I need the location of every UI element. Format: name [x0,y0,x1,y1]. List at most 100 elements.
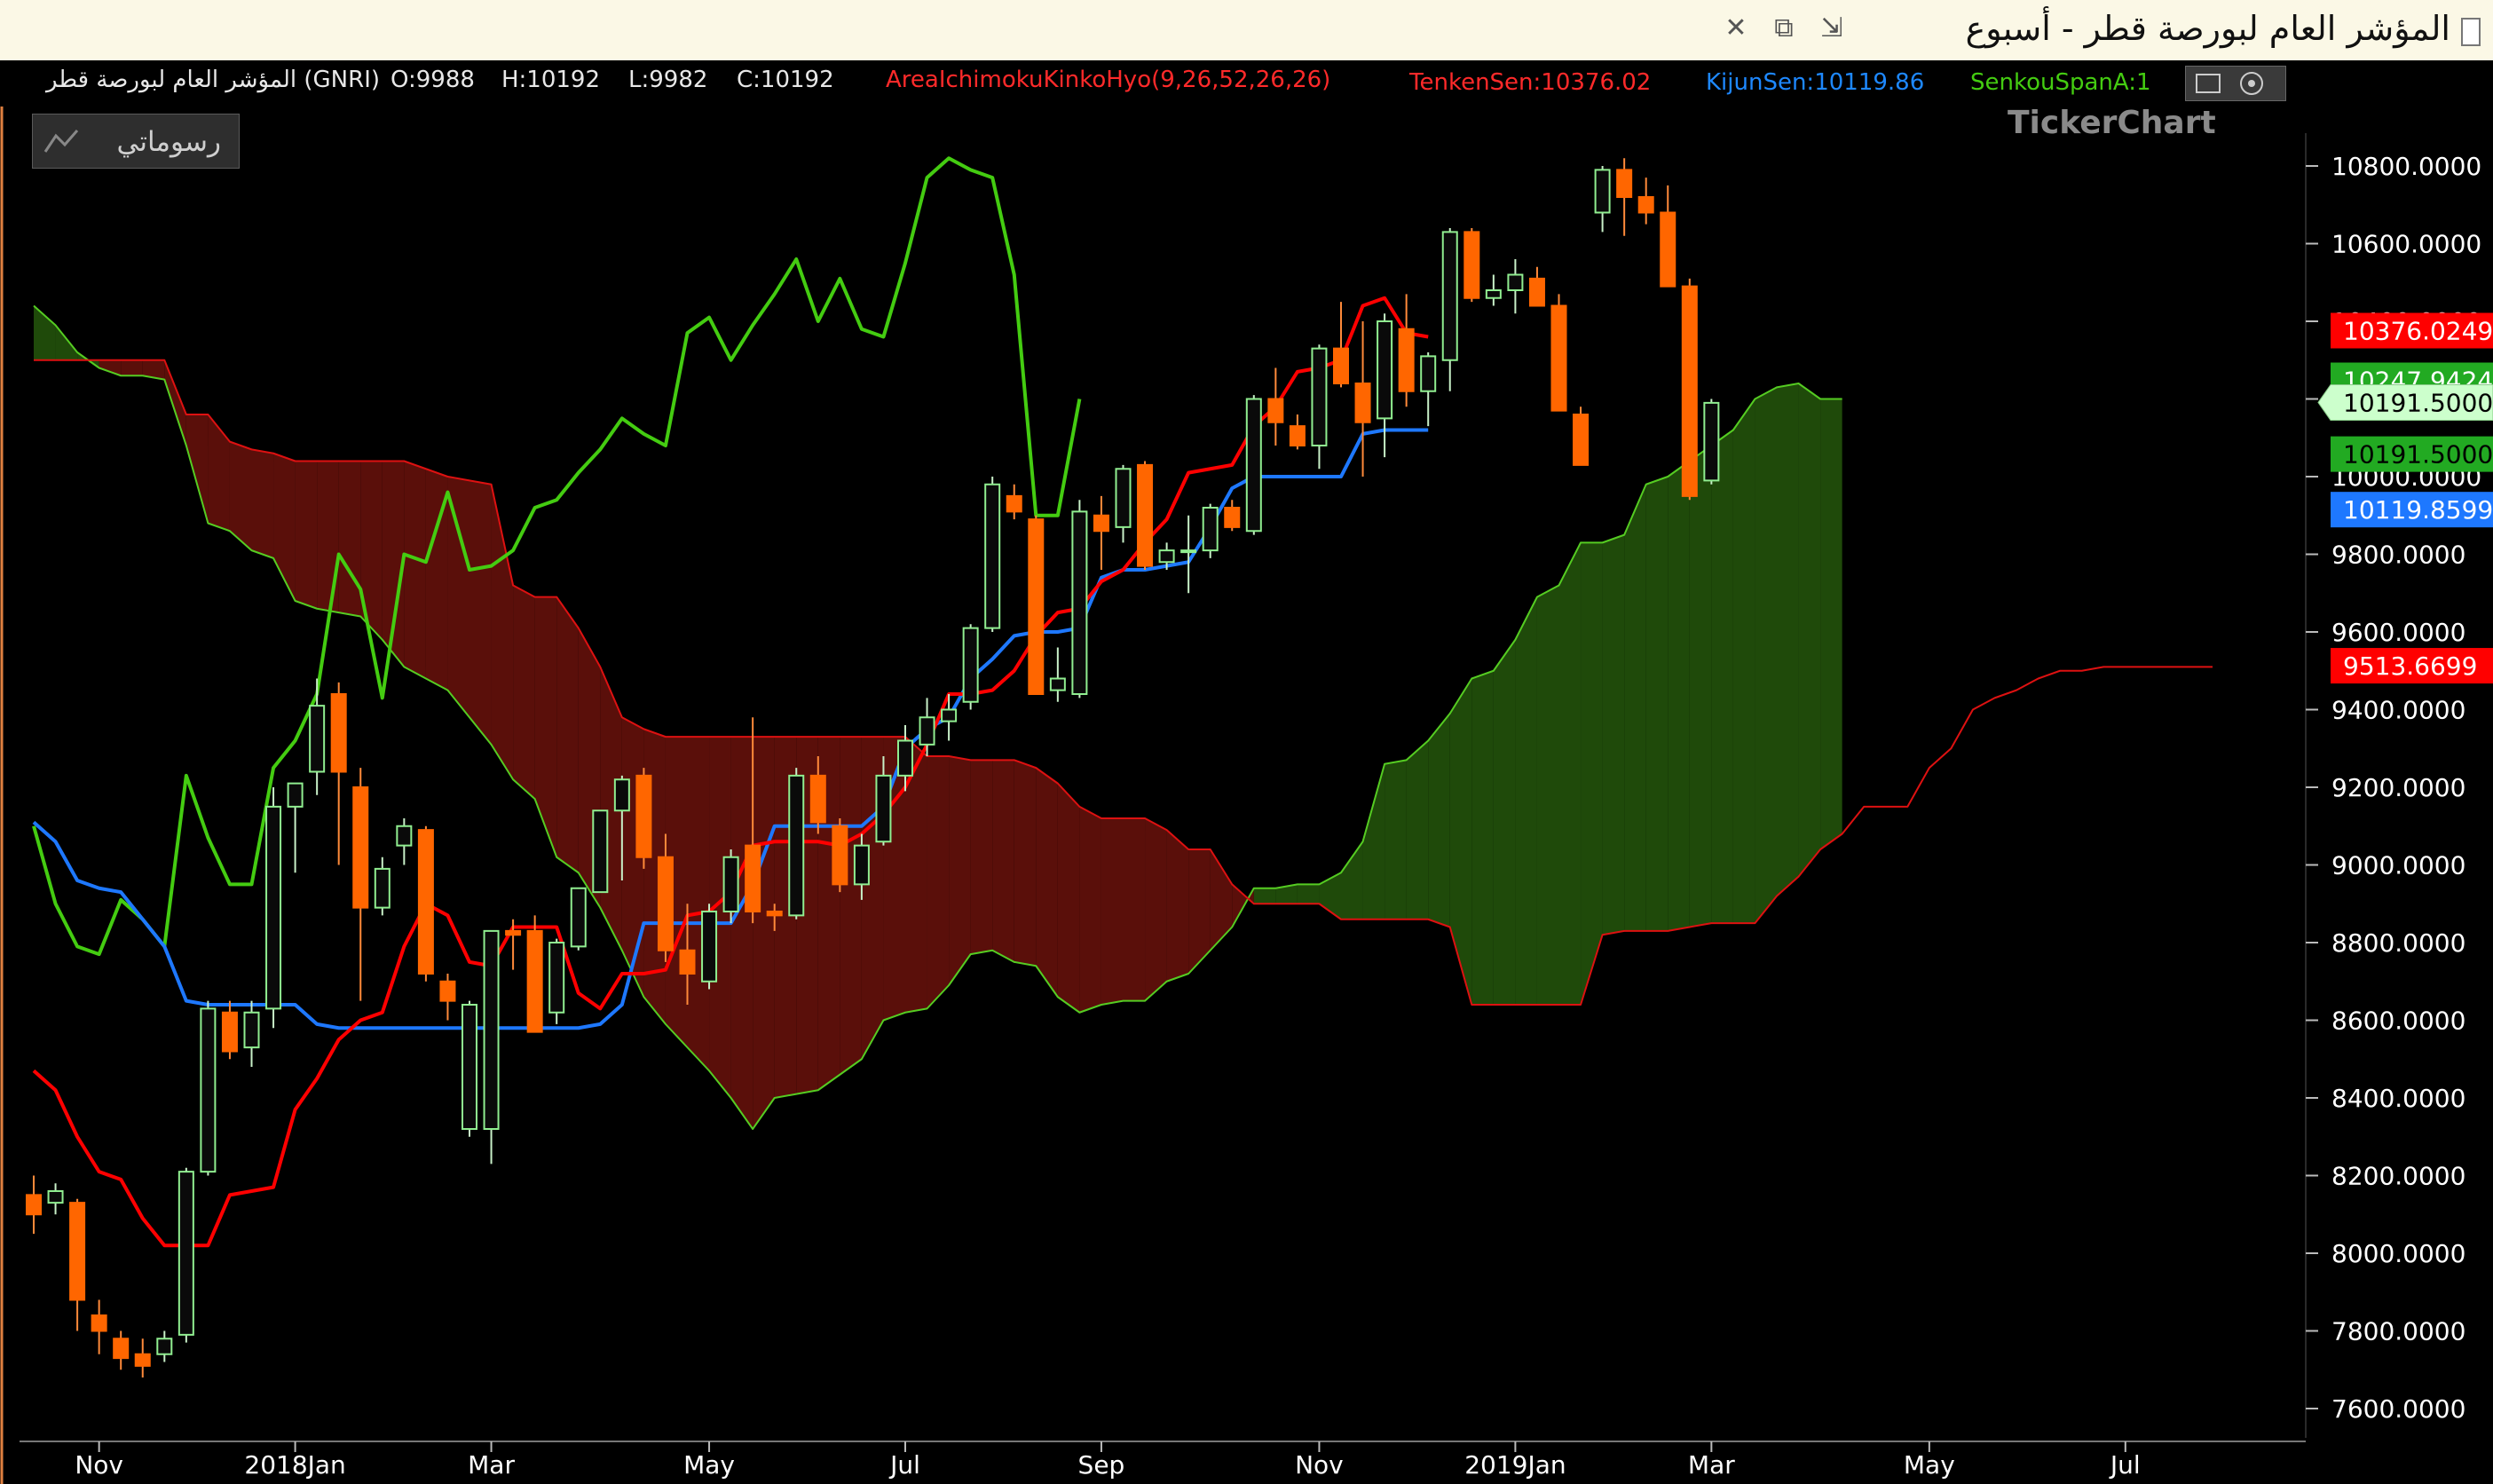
candle-body[interactable] [1158,549,1175,564]
candle-body[interactable] [1333,347,1349,384]
candle-body[interactable] [788,774,805,917]
candle-body[interactable] [1245,398,1262,533]
restore-icon[interactable]: ⧉ [1766,11,1802,46]
candle-body[interactable] [1180,549,1197,554]
candle-body[interactable] [875,774,892,843]
candle-body[interactable] [26,1194,42,1216]
candle-body[interactable] [287,782,304,808]
maximize-panel-icon[interactable] [2196,74,2221,93]
legend-controls[interactable] [2185,66,2286,101]
candle-body[interactable] [352,786,369,909]
candle-body[interactable] [1681,285,1698,497]
close-icon[interactable]: ✕ [1718,11,1754,46]
candle-body[interactable] [200,1007,217,1173]
candle-body[interactable] [113,1338,130,1360]
candle-body[interactable] [439,980,456,1002]
candle-body[interactable] [1398,328,1415,392]
candle-body[interactable] [1550,304,1567,412]
candle-body[interactable] [1573,414,1590,466]
candle-body[interactable] [701,911,718,983]
candle-body[interactable] [613,778,630,812]
detach-icon[interactable]: ⇲ [1814,11,1850,46]
candle-body[interactable] [1594,169,1611,214]
price-tag-label: 10119.8599 [2343,495,2493,525]
cloud-segment [1166,830,1189,982]
legend-open: O:9988 [391,67,475,93]
candle-body[interactable] [1441,231,1458,361]
x-tick-label: May [683,1450,735,1480]
candle-body[interactable] [745,844,761,912]
candle-body[interactable] [417,829,434,975]
candle-body[interactable] [1224,507,1241,528]
candle-body[interactable] [1354,383,1371,423]
candle-body[interactable] [1463,231,1480,299]
cloud-segment [469,480,492,745]
candle-body[interactable] [396,825,413,847]
candle-body[interactable] [1485,289,1502,299]
cloud-segment [1536,585,1559,1005]
candle-body[interactable] [548,942,565,1014]
candle-body[interactable] [962,627,979,703]
candle-body[interactable] [1637,196,1654,214]
candle-body[interactable] [505,929,522,936]
candle-body[interactable] [265,805,282,1010]
candle-body[interactable] [766,911,783,917]
candle-body[interactable] [1528,277,1545,307]
candle-body[interactable] [1202,507,1219,552]
candle-body[interactable] [1420,355,1437,392]
candle-body[interactable] [483,929,500,1130]
candle-body[interactable] [984,483,1001,629]
candle-body[interactable] [178,1171,194,1336]
candle-body[interactable] [592,809,609,894]
candle-body[interactable] [1311,347,1328,446]
candle-body[interactable] [526,929,543,1033]
candle-body[interactable] [853,844,870,886]
candle-body[interactable] [221,1011,238,1053]
chart[interactable]: 10800.000010600.000010400.000010200.0000… [0,60,2493,1484]
candle-body[interactable] [91,1314,107,1332]
candle-body[interactable] [309,705,326,773]
candle-body[interactable] [832,825,848,886]
window-title: المؤشر العام لبورصة قطر - أسبوع [1965,9,2450,48]
candle-body[interactable] [1006,494,1022,513]
candle-body[interactable] [374,867,391,909]
cloud-segment [1123,818,1146,1001]
candle-body[interactable] [1115,468,1132,528]
candle-body[interactable] [722,856,739,912]
candle-body[interactable] [1616,169,1633,198]
candle-body[interactable] [47,1190,64,1204]
drawings-button[interactable]: رسوماتي [32,114,240,169]
candle-body[interactable] [1507,273,1524,291]
cloud-segment [1253,888,1276,904]
candle-body[interactable] [1289,425,1306,446]
candle-body[interactable] [1137,463,1154,567]
cloud-segment [1798,383,1821,877]
candle-body[interactable] [1267,398,1284,423]
candle-body[interactable] [156,1338,173,1355]
candle-body[interactable] [679,949,696,975]
cloud-segment [992,760,1014,962]
candle-body[interactable] [1049,677,1066,691]
candle-body[interactable] [657,856,674,951]
candle-body[interactable] [1377,320,1393,420]
candle-body[interactable] [1093,514,1109,533]
candle-body[interactable] [69,1202,86,1301]
candle-body[interactable] [1028,518,1045,695]
candle-body[interactable] [941,708,958,722]
candle-body[interactable] [1703,401,1720,482]
legend-instrument: المؤشر العام لبورصة قطر (GNRI) [44,67,380,93]
candle-body[interactable] [1071,510,1088,695]
cloud-segment [1624,484,1646,931]
candle-body[interactable] [809,774,826,824]
candle-body[interactable] [570,887,587,948]
candle-body[interactable] [919,716,935,746]
candle-body[interactable] [462,1004,477,1130]
y-tick-label: 9600.0000 [2331,618,2465,647]
candle-body[interactable] [1660,211,1676,288]
y-tick-label: 10600.0000 [2331,230,2481,259]
candle-body[interactable] [330,693,347,773]
candle-body[interactable] [897,739,913,777]
candle-body[interactable] [134,1353,151,1367]
candle-body[interactable] [635,774,652,858]
candle-body[interactable] [243,1011,260,1049]
